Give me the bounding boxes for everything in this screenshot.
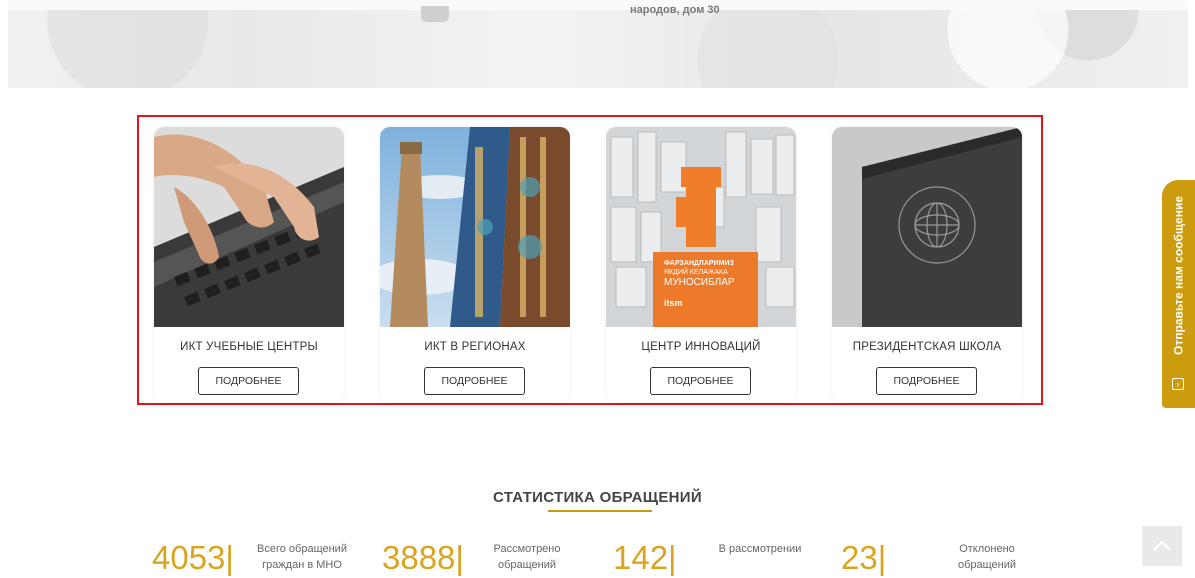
stat-reviewed-label: Рассмотрено обращений: [482, 541, 572, 573]
stat-rejected-value: 23|: [841, 539, 887, 576]
card-title: ЦЕНТР ИННОВАЦИЙ: [641, 341, 761, 353]
keyboard-image: [154, 127, 344, 327]
stat-total-label: Всего обращений граждан в МНО: [252, 541, 352, 573]
more-button[interactable]: ПОДРОБНЕЕ: [650, 367, 751, 395]
chevron-right-icon: ›: [1172, 378, 1184, 390]
stat-total-value: 4053|: [152, 539, 234, 576]
city-blocks-image: ФАРЗАНДЛАРИМИЗ ЯКДИЙ КЕЛАЖАКА МУНОСИБЛАР…: [606, 127, 796, 327]
card-ict-training-centers[interactable]: ИКТ УЧЕБНЫЕ ЦЕНТРЫ ПОДРОБНЕЕ: [154, 127, 344, 402]
stat-rejected-label: Отклонено обращений: [942, 541, 1032, 573]
chevron-up-icon: [1153, 540, 1171, 551]
location-icon: [421, 6, 449, 22]
stat-label-line2: обращений: [497, 559, 557, 571]
stat-in-review-label: В рассмотрении: [710, 541, 810, 557]
more-button[interactable]: ПОДРОБНЕЕ: [424, 367, 525, 395]
more-button[interactable]: ПОДРОБНЕЕ: [198, 367, 299, 395]
stat-label-line1: Всего обращений: [257, 543, 347, 555]
card-title: ИКТ УЧЕБНЫЕ ЦЕНТРЫ: [180, 341, 318, 353]
send-message-label: Отправьте нам сообщение: [1171, 195, 1186, 355]
poster-logo: itsm: [664, 298, 683, 308]
stat-label-line1: В рассмотрении: [718, 543, 802, 555]
poster-line1: ФАРЗАНДЛАРИМИЗ: [664, 260, 734, 267]
stat-in-review-value: 142|: [613, 539, 677, 576]
more-button[interactable]: ПОДРОБНЕЕ: [876, 367, 977, 395]
stat-reviewed-value: 3888|: [382, 539, 464, 576]
mosque-tower-image: [380, 127, 570, 327]
card-title: ИКТ В РЕГИОНАХ: [424, 341, 526, 353]
send-message-tab[interactable]: Отправьте нам сообщение ›: [1162, 180, 1195, 408]
stat-label-line1: Отклонено: [959, 543, 1015, 555]
card-title: ПРЕЗИДЕНТСКАЯ ШКОЛА: [852, 341, 1002, 353]
banner-address: народов, дом 30: [630, 4, 720, 16]
card-presidential-school[interactable]: ПРЕЗИДЕНТСКАЯ ШКОЛА ПОДРОБНЕЕ: [832, 127, 1022, 402]
poster-line3: МУНОСИБЛАР: [664, 277, 735, 288]
poster-text: ФАРЗАНДЛАРИМИЗ ЯКДИЙ КЕЛАЖАКА МУНОСИБЛАР…: [664, 259, 754, 308]
emblem-image: [832, 127, 1022, 327]
banner-top-strip: [8, 0, 1188, 10]
hero-banner: народов, дом 30: [8, 0, 1188, 88]
scroll-top-button[interactable]: [1142, 526, 1182, 566]
stat-label-line1: Рассмотрено: [493, 543, 561, 555]
poster-line2: ЯКДИЙ КЕЛАЖАКА: [664, 269, 728, 276]
stats-underline: [548, 510, 652, 512]
card-ict-in-regions[interactable]: ИКТ В РЕГИОНАХ ПОДРОБНЕЕ: [380, 127, 570, 402]
stat-label-line2: обращений: [957, 559, 1017, 571]
stats-title: СТАТИСТИКА ОБРАЩЕНИЙ: [493, 489, 702, 506]
card-innovation-center[interactable]: ФАРЗАНДЛАРИМИЗ ЯКДИЙ КЕЛАЖАКА МУНОСИБЛАР…: [606, 127, 796, 402]
stat-label-line2: граждан в МНО: [262, 559, 342, 571]
